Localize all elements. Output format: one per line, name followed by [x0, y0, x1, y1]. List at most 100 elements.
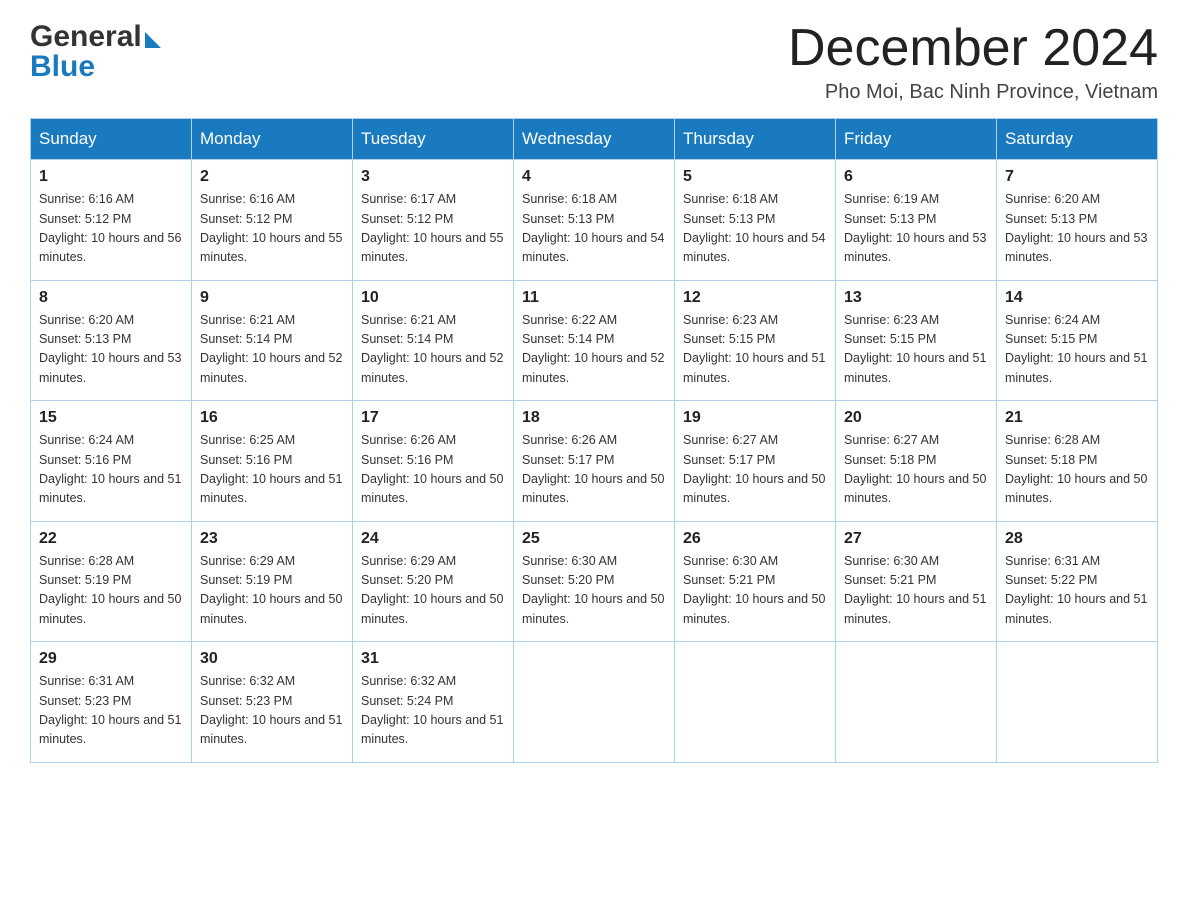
- day-number: 27: [844, 530, 988, 548]
- day-number: 31: [361, 650, 505, 668]
- calendar-day-cell: 28Sunrise: 6:31 AMSunset: 5:22 PMDayligh…: [997, 521, 1158, 642]
- day-of-week-header: Friday: [836, 119, 997, 160]
- day-info: Sunrise: 6:24 AMSunset: 5:16 PMDaylight:…: [39, 431, 183, 509]
- day-info: Sunrise: 6:30 AMSunset: 5:20 PMDaylight:…: [522, 552, 666, 630]
- day-number: 17: [361, 409, 505, 427]
- calendar-day-cell: 17 Sunrise: 6:26 AMSunset: 5:16 PMDayligh…: [353, 401, 514, 522]
- day-info: Sunrise: 6:23 AMSunset: 5:15 PMDaylight:…: [683, 311, 827, 389]
- calendar-day-cell: 11 Sunrise: 6:22 AMSunset: 5:14 PMDayligh…: [514, 280, 675, 401]
- calendar-day-cell: [836, 642, 997, 763]
- calendar-day-cell: 22 Sunrise: 6:28 AMSunset: 5:19 PMDayligh…: [31, 521, 192, 642]
- day-info: Sunrise: 6:22 AMSunset: 5:14 PMDaylight:…: [522, 311, 666, 389]
- calendar-day-cell: [997, 642, 1158, 763]
- day-info: Sunrise: 6:28 AMSunset: 5:19 PMDaylight:…: [39, 552, 183, 630]
- calendar-day-cell: 3 Sunrise: 6:17 AMSunset: 5:12 PMDaylight…: [353, 160, 514, 281]
- calendar-day-cell: 13 Sunrise: 6:23 AMSunset: 5:15 PMDayligh…: [836, 280, 997, 401]
- day-number: 29: [39, 650, 183, 668]
- calendar-day-cell: 16 Sunrise: 6:25 AMSunset: 5:16 PMDayligh…: [192, 401, 353, 522]
- day-info: Sunrise: 6:23 AMSunset: 5:15 PMDaylight:…: [844, 311, 988, 389]
- day-number: 18: [522, 409, 666, 427]
- day-number: 5: [683, 168, 827, 186]
- logo-triangle-icon: [145, 32, 161, 48]
- title-area: December 2024 Pho Moi, Bac Ninh Province…: [788, 20, 1158, 104]
- calendar-week-row: 22 Sunrise: 6:28 AMSunset: 5:19 PMDayligh…: [31, 521, 1158, 642]
- day-number: 19: [683, 409, 827, 427]
- day-info: Sunrise: 6:32 AMSunset: 5:23 PMDaylight:…: [200, 672, 344, 750]
- calendar-day-cell: 29 Sunrise: 6:31 AMSunset: 5:23 PMDayligh…: [31, 642, 192, 763]
- day-number: 12: [683, 289, 827, 307]
- day-number: 10: [361, 289, 505, 307]
- calendar-day-cell: 20 Sunrise: 6:27 AMSunset: 5:18 PMDayligh…: [836, 401, 997, 522]
- day-number: 15: [39, 409, 183, 427]
- day-number: 30: [200, 650, 344, 668]
- day-info: Sunrise: 6:26 AMSunset: 5:17 PMDaylight:…: [522, 431, 666, 509]
- day-of-week-header: Saturday: [997, 119, 1158, 160]
- calendar-week-row: 8 Sunrise: 6:20 AMSunset: 5:13 PMDaylight…: [31, 280, 1158, 401]
- day-number: 8: [39, 289, 183, 307]
- day-info: Sunrise: 6:17 AMSunset: 5:12 PMDaylight:…: [361, 190, 505, 268]
- calendar-title: December 2024: [788, 20, 1158, 77]
- calendar-day-cell: 1 Sunrise: 6:16 AMSunset: 5:12 PMDaylight…: [31, 160, 192, 281]
- day-info: Sunrise: 6:20 AMSunset: 5:13 PMDaylight:…: [1005, 190, 1149, 268]
- day-number: 2: [200, 168, 344, 186]
- day-info: Sunrise: 6:20 AMSunset: 5:13 PMDaylight:…: [39, 311, 183, 389]
- day-info: Sunrise: 6:30 AMSunset: 5:21 PMDaylight:…: [683, 552, 827, 630]
- day-info: Sunrise: 6:29 AMSunset: 5:20 PMDaylight:…: [361, 552, 505, 630]
- day-number: 24: [361, 530, 505, 548]
- day-info: Sunrise: 6:26 AMSunset: 5:16 PMDaylight:…: [361, 431, 505, 509]
- calendar-day-cell: 10 Sunrise: 6:21 AMSunset: 5:14 PMDayligh…: [353, 280, 514, 401]
- day-info: Sunrise: 6:28 AMSunset: 5:18 PMDaylight:…: [1005, 431, 1149, 509]
- calendar-day-cell: 12 Sunrise: 6:23 AMSunset: 5:15 PMDayligh…: [675, 280, 836, 401]
- day-number: 21: [1005, 409, 1149, 427]
- day-number: 13: [844, 289, 988, 307]
- day-number: 7: [1005, 168, 1149, 186]
- day-number: 16: [200, 409, 344, 427]
- calendar-day-cell: [514, 642, 675, 763]
- day-info: Sunrise: 6:21 AMSunset: 5:14 PMDaylight:…: [361, 311, 505, 389]
- calendar-day-cell: 2 Sunrise: 6:16 AMSunset: 5:12 PMDaylight…: [192, 160, 353, 281]
- calendar-day-cell: 15 Sunrise: 6:24 AMSunset: 5:16 PMDayligh…: [31, 401, 192, 522]
- day-number: 3: [361, 168, 505, 186]
- day-info: Sunrise: 6:29 AMSunset: 5:19 PMDaylight:…: [200, 552, 344, 630]
- day-number: 23: [200, 530, 344, 548]
- day-info: Sunrise: 6:30 AMSunset: 5:21 PMDaylight:…: [844, 552, 988, 630]
- day-number: 1: [39, 168, 183, 186]
- day-info: Sunrise: 6:31 AMSunset: 5:23 PMDaylight:…: [39, 672, 183, 750]
- calendar-day-cell: 7 Sunrise: 6:20 AMSunset: 5:13 PMDaylight…: [997, 160, 1158, 281]
- calendar-week-row: 1 Sunrise: 6:16 AMSunset: 5:12 PMDaylight…: [31, 160, 1158, 281]
- day-of-week-header: Monday: [192, 119, 353, 160]
- day-of-week-header: Tuesday: [353, 119, 514, 160]
- calendar-day-cell: 30 Sunrise: 6:32 AMSunset: 5:23 PMDayligh…: [192, 642, 353, 763]
- day-info: Sunrise: 6:18 AMSunset: 5:13 PMDaylight:…: [683, 190, 827, 268]
- day-info: Sunrise: 6:16 AMSunset: 5:12 PMDaylight:…: [200, 190, 344, 268]
- logo-blue-text: Blue: [30, 50, 161, 84]
- day-info: Sunrise: 6:21 AMSunset: 5:14 PMDaylight:…: [200, 311, 344, 389]
- calendar-day-cell: 19 Sunrise: 6:27 AMSunset: 5:17 PMDayligh…: [675, 401, 836, 522]
- day-info: Sunrise: 6:27 AMSunset: 5:18 PMDaylight:…: [844, 431, 988, 509]
- day-of-week-header: Wednesday: [514, 119, 675, 160]
- day-number: 11: [522, 289, 666, 307]
- calendar-day-cell: 5 Sunrise: 6:18 AMSunset: 5:13 PMDaylight…: [675, 160, 836, 281]
- day-of-week-header: Thursday: [675, 119, 836, 160]
- calendar-day-cell: 21 Sunrise: 6:28 AMSunset: 5:18 PMDayligh…: [997, 401, 1158, 522]
- day-number: 22: [39, 530, 183, 548]
- day-info: Sunrise: 6:19 AMSunset: 5:13 PMDaylight:…: [844, 190, 988, 268]
- calendar-day-cell: 4 Sunrise: 6:18 AMSunset: 5:13 PMDaylight…: [514, 160, 675, 281]
- day-of-week-header: Sunday: [31, 119, 192, 160]
- calendar-day-cell: 31Sunrise: 6:32 AMSunset: 5:24 PMDayligh…: [353, 642, 514, 763]
- day-info: Sunrise: 6:18 AMSunset: 5:13 PMDaylight:…: [522, 190, 666, 268]
- day-number: 9: [200, 289, 344, 307]
- calendar-day-cell: 14Sunrise: 6:24 AMSunset: 5:15 PMDayligh…: [997, 280, 1158, 401]
- header-row: SundayMondayTuesdayWednesdayThursdayFrid…: [31, 119, 1158, 160]
- calendar-day-cell: 27 Sunrise: 6:30 AMSunset: 5:21 PMDayligh…: [836, 521, 997, 642]
- calendar-day-cell: 6 Sunrise: 6:19 AMSunset: 5:13 PMDaylight…: [836, 160, 997, 281]
- day-number: 6: [844, 168, 988, 186]
- day-info: Sunrise: 6:27 AMSunset: 5:17 PMDaylight:…: [683, 431, 827, 509]
- day-info: Sunrise: 6:16 AMSunset: 5:12 PMDaylight:…: [39, 190, 183, 268]
- day-number: 4: [522, 168, 666, 186]
- day-number: 14: [1005, 289, 1149, 307]
- day-info: Sunrise: 6:25 AMSunset: 5:16 PMDaylight:…: [200, 431, 344, 509]
- day-number: 20: [844, 409, 988, 427]
- calendar-day-cell: 9 Sunrise: 6:21 AMSunset: 5:14 PMDaylight…: [192, 280, 353, 401]
- day-number: 26: [683, 530, 827, 548]
